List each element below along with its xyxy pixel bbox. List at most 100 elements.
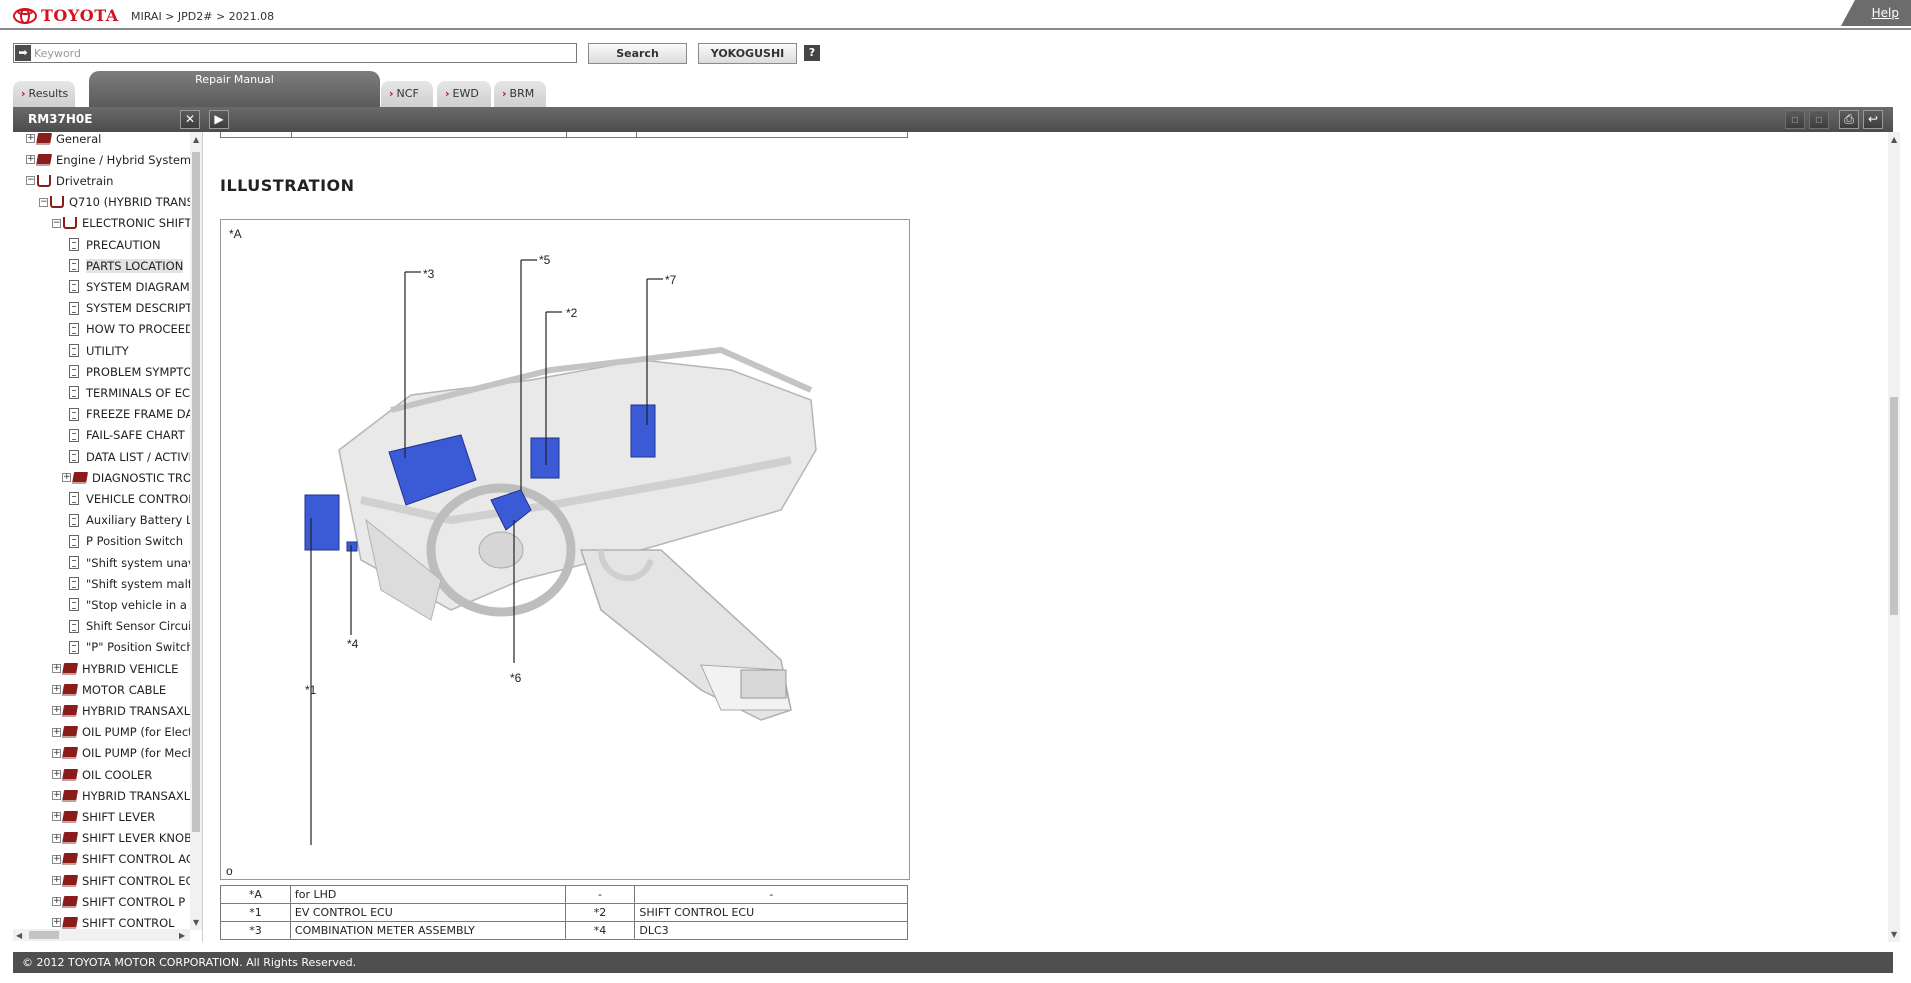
tree-item[interactable]: "P" Position Switch: [69, 637, 194, 658]
tree-item[interactable]: PROBLEM SYMPTOMS: [69, 361, 202, 382]
page-icon: [69, 280, 79, 294]
tab-repair-manual[interactable]: Repair Manual: [89, 71, 380, 107]
search-button[interactable]: Search: [588, 43, 687, 64]
keyword-input[interactable]: [34, 45, 574, 61]
tree-item[interactable]: + General: [26, 132, 101, 149]
tree-item[interactable]: + SHIFT LEVER: [52, 806, 155, 827]
yokogushi-button[interactable]: YOKOGUSHI: [698, 43, 797, 64]
copyright-footer: © 2012 TOYOTA MOTOR CORPORATION. All Rig…: [13, 952, 1893, 973]
tree-item[interactable]: P Position Switch: [69, 531, 183, 552]
print-icon[interactable]: ⎙: [1839, 110, 1859, 129]
manual-tabs: › Results Repair Manual › NCF › EWD › BRM: [13, 71, 1893, 107]
expand-icon[interactable]: +: [52, 876, 61, 885]
tree-item[interactable]: PRECAUTION: [69, 234, 161, 255]
tree-hscroll-thumb[interactable]: [29, 931, 59, 939]
tree-item[interactable]: "Stop vehicle in a safe place": [69, 594, 202, 615]
expand-icon[interactable]: +: [52, 833, 61, 843]
collapse-icon[interactable]: −: [26, 176, 35, 186]
help-link[interactable]: Help: [1872, 6, 1899, 20]
tree-item[interactable]: "Shift system malfunction": [69, 573, 202, 594]
page-icon: [69, 386, 79, 400]
legend-key: *A: [220, 885, 291, 904]
expand-icon[interactable]: +: [52, 664, 61, 673]
prev-page-icon[interactable]: ▫: [1785, 110, 1805, 129]
scroll-down-icon[interactable]: ▼: [1891, 930, 1897, 939]
navigation-tree: + General + Engine / Hybrid System − Drivetra…: [13, 132, 203, 942]
expand-icon[interactable]: +: [62, 473, 71, 483]
close-tree-button[interactable]: ✕: [180, 110, 200, 129]
tab-brm[interactable]: › BRM: [494, 81, 546, 107]
tree-item[interactable]: DATA LIST / ACTIVE TEST: [69, 446, 202, 467]
content-scroll-thumb[interactable]: [1890, 397, 1898, 615]
help-tab[interactable]: Help: [1841, 0, 1911, 26]
tree-item[interactable]: PARTS LOCATION: [69, 255, 184, 276]
expand-icon[interactable]: +: [52, 791, 61, 801]
page-icon: [69, 407, 79, 421]
collapse-icon[interactable]: −: [52, 218, 61, 228]
dlc3-part: [346, 541, 358, 552]
page-icon: [69, 450, 79, 463]
legend-value: for LHD: [289, 885, 566, 904]
callout-3: *3: [423, 267, 435, 281]
tree-horizontal-scrollbar[interactable]: ◀ ▶: [13, 929, 190, 941]
collapse-icon[interactable]: −: [39, 197, 48, 207]
tree-scroll-thumb[interactable]: [192, 152, 200, 832]
return-icon[interactable]: ↩: [1863, 110, 1883, 129]
search-help-button[interactable]: ?: [804, 45, 820, 61]
tree-item[interactable]: + SHIFT LEVER KNOB: [52, 828, 192, 849]
expand-icon[interactable]: +: [52, 918, 61, 928]
callout-4: *4: [347, 637, 359, 651]
tree-item[interactable]: Auxiliary Battery Low: [69, 510, 202, 531]
tree-item[interactable]: − ELECTRONIC SHIFT LEVER: [52, 213, 202, 234]
content-vertical-scrollbar[interactable]: ▲ ▼: [1888, 132, 1900, 942]
expand-icon[interactable]: +: [52, 727, 61, 737]
tree-item[interactable]: SYSTEM DESCRIPTION: [69, 298, 202, 319]
tree-item[interactable]: Shift Sensor Circuit: [69, 616, 196, 637]
tree-item[interactable]: UTILITY: [69, 340, 129, 361]
tree-vertical-scrollbar[interactable]: ▲ ▼: [190, 132, 202, 930]
tree-item[interactable]: − Q710 (HYBRID TRANSAXLE): [39, 192, 202, 213]
tree-item[interactable]: VEHICLE CONTROL: [69, 488, 195, 509]
scroll-left-icon[interactable]: ◀: [16, 931, 22, 940]
page-icon: [69, 513, 79, 527]
tree-item[interactable]: + HYBRID VEHICLE: [52, 658, 178, 679]
tab-ewd[interactable]: › EWD: [437, 81, 491, 107]
expand-pane-button[interactable]: ▶: [209, 110, 229, 129]
next-page-icon[interactable]: ▫: [1809, 110, 1829, 129]
expand-icon[interactable]: +: [52, 770, 61, 779]
tree-item[interactable]: + SHIFT CONTROL P: [52, 891, 185, 912]
tab-ncf[interactable]: › NCF: [381, 81, 433, 107]
scroll-down-icon[interactable]: ▼: [193, 918, 199, 927]
tree-item[interactable]: HOW TO PROCEED: [69, 319, 194, 340]
scroll-right-icon[interactable]: ▶: [179, 931, 185, 940]
tree-item-label: PRECAUTION: [86, 237, 161, 252]
tree-item[interactable]: "Shift system unavailable": [69, 552, 202, 573]
tree-item[interactable]: + HYBRID TRANSAXLE: [52, 700, 197, 721]
tree-item[interactable]: SYSTEM DIAGRAM: [69, 276, 190, 297]
tree-item[interactable]: + DIAGNOSTIC TROUBLE: [62, 467, 202, 488]
tree-item[interactable]: + MOTOR CABLE: [52, 679, 166, 700]
tree-item[interactable]: FAIL-SAFE CHART: [69, 425, 185, 446]
tree-item[interactable]: TERMINALS OF ECU: [69, 382, 198, 403]
scroll-up-icon[interactable]: ▲: [1891, 135, 1897, 144]
expand-icon[interactable]: +: [52, 685, 61, 695]
tree-item[interactable]: + HYBRID TRANSAXLE: [52, 785, 197, 806]
expand-icon[interactable]: +: [52, 706, 61, 716]
keyword-arrow-icon: ➡: [15, 45, 31, 61]
tree-item[interactable]: + OIL COOLER: [52, 764, 152, 785]
expand-icon[interactable]: +: [26, 155, 35, 165]
scroll-up-icon[interactable]: ▲: [193, 135, 199, 144]
expand-icon[interactable]: +: [26, 134, 35, 143]
tab-results[interactable]: › Results: [13, 81, 75, 107]
expand-icon[interactable]: +: [52, 748, 61, 758]
tree-item[interactable]: + Engine / Hybrid System: [26, 149, 191, 170]
tree-item[interactable]: FREEZE FRAME DATA: [69, 404, 202, 425]
tree-item[interactable]: − Drivetrain: [26, 170, 113, 191]
expand-icon[interactable]: +: [52, 854, 61, 864]
expand-icon[interactable]: +: [52, 812, 61, 822]
tree-item[interactable]: + OIL PUMP (for Electric: [52, 722, 202, 743]
tree-item[interactable]: + SHIFT CONTROL ACTUATOR: [52, 849, 202, 870]
expand-icon[interactable]: +: [52, 897, 61, 907]
tree-item[interactable]: + SHIFT CONTROL ECU: [52, 870, 202, 891]
tree-item[interactable]: + OIL PUMP (for Mechanical: [52, 743, 202, 764]
